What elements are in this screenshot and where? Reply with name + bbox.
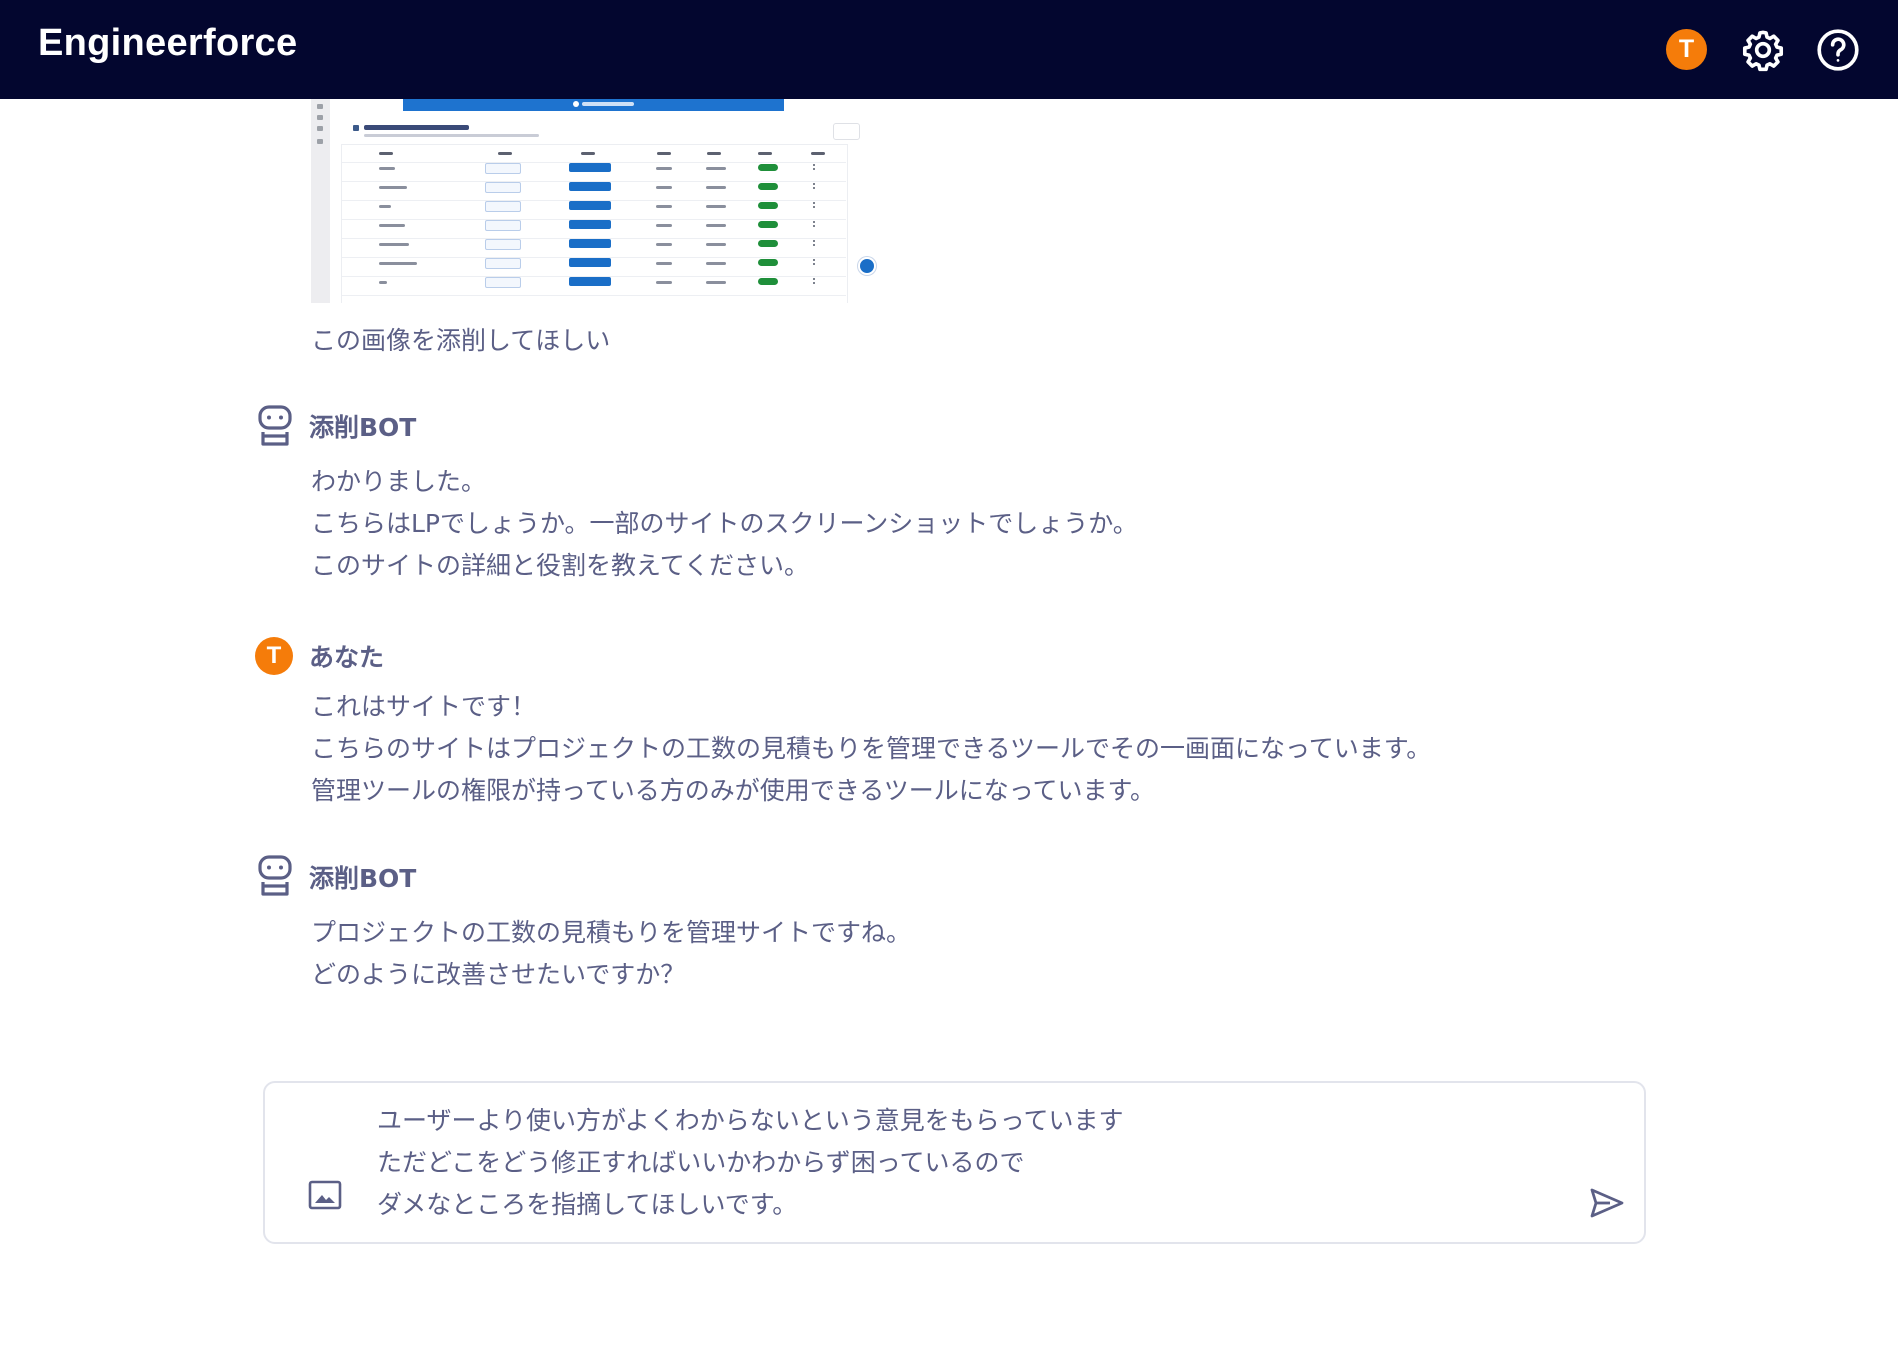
attached-screenshot-thumbnail[interactable] [311,99,867,303]
image-handle[interactable] [858,257,876,275]
thumb-qr-button [569,201,611,210]
robot-icon [258,405,292,446]
thumb-cell [706,262,726,265]
thumb-cell [656,243,672,246]
thumb-cell [706,186,726,189]
thumb-row-menu [813,164,817,170]
thumb-cell [656,167,672,170]
gear-icon[interactable] [1740,27,1786,73]
thumb-qr-button [569,220,611,229]
message-text: これはサイトです！ こちらのサイトはプロジェクトの工数の見積もりを管理できるツー… [311,692,1432,805]
user-avatar: T [255,637,293,675]
help-icon[interactable] [1815,27,1861,73]
thumb-status-badge [758,240,778,247]
thumb-subheading [364,134,539,137]
thumb-cell [379,262,417,265]
thumb-side-nav [311,99,330,303]
send-icon[interactable] [1589,1187,1625,1219]
thumb-row-divider [342,295,846,296]
thumb-header-cell [581,152,595,155]
thumb-cell [656,224,672,227]
thumb-cell [379,205,391,208]
image-icon[interactable] [308,1180,342,1210]
thumb-heading-icon [353,125,359,131]
message-input[interactable]: ユーザーより使い方がよくわからないという意見をもらっています ただどこをどう修正… [377,1100,1527,1226]
thumb-cell [379,186,407,189]
message-text: わかりました。 こちらはLPでしょうか。一部のサイトのスクリーンショットでしょう… [311,467,1138,580]
thumb-link-button [485,239,521,250]
thumb-heading [364,125,469,130]
thumb-link-button [485,163,521,174]
thumb-link-button [485,220,521,231]
thumb-header-cell [707,152,721,155]
speaker-name-user: あなた [309,643,385,672]
thumb-cell [656,205,672,208]
thumb-link-button [485,182,521,193]
speaker-name-bot: 添削BOT [309,864,417,893]
thumb-cell [706,167,726,170]
message-composer: ユーザーより使い方がよくわからないという意見をもらっています ただどこをどう修正… [263,1081,1646,1244]
speaker-name-bot: 添削BOT [309,413,417,442]
thumb-cell [706,281,726,284]
thumb-row-menu [813,202,817,208]
thumb-qr-button [569,163,611,172]
user-avatar[interactable]: T [1666,29,1707,70]
thumb-banner [403,99,784,111]
top-bar: Engineerforce T [0,0,1898,99]
thumb-header-cell [498,152,512,155]
thumb-cell [656,281,672,284]
thumb-cell [379,224,405,227]
thumb-header-cell [811,152,825,155]
thumb-header-cell [758,152,772,155]
thumb-cell [656,262,672,265]
thumb-status-badge [758,202,778,209]
thumb-status-badge [758,221,778,228]
message-text: プロジェクトの工数の見積もりを管理サイトですね。 どのように改善させたいですか？ [311,918,912,989]
thumb-link-button [485,258,521,269]
thumb-cell [379,167,395,170]
thumb-header-cell [657,152,671,155]
thumb-row-menu [813,240,817,246]
thumb-cell [379,281,387,284]
thumb-row-menu [813,259,817,265]
app-title[interactable]: Engineerforce [38,22,297,65]
thumb-row-menu [813,278,817,284]
thumb-qr-button [569,258,611,267]
thumb-row-menu [813,183,817,189]
thumb-qr-button [569,239,611,248]
thumb-status-badge [758,278,778,285]
thumb-row-menu [813,221,817,227]
thumb-qr-button [569,182,611,191]
thumb-cell [656,186,672,189]
thumb-header-cell [379,152,393,155]
thumb-link-button [485,201,521,212]
robot-icon [258,855,292,896]
thumb-status-badge [758,259,778,266]
thumb-cell [706,224,726,227]
thumb-link-button [485,277,521,288]
thumb-cell [706,205,726,208]
thumb-status-badge [758,183,778,190]
thumb-qr-button [569,277,611,286]
message-text: この画像を添削してほしい [311,326,611,355]
thumb-select [833,123,860,140]
thumb-status-badge [758,164,778,171]
thumb-cell [706,243,726,246]
thumb-cell [379,243,409,246]
